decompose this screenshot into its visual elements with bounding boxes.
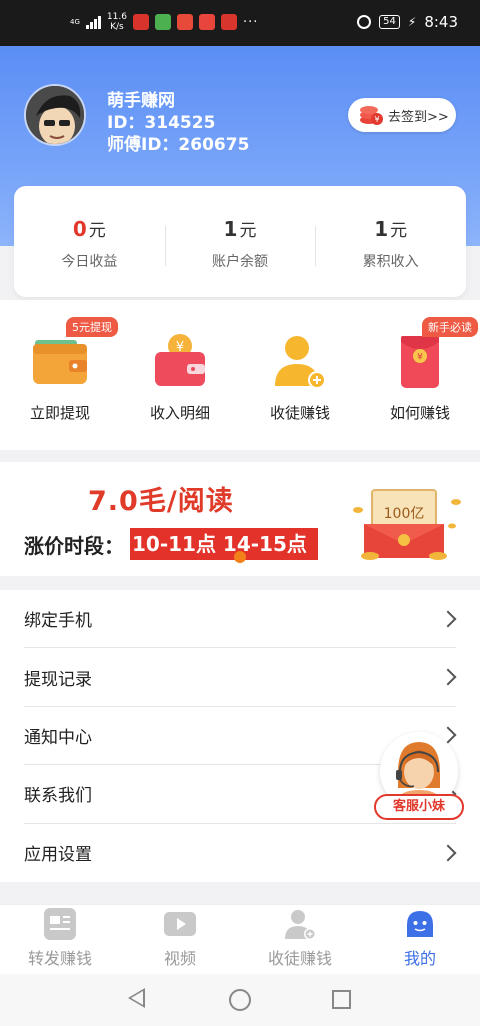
stat-number: 1 <box>374 217 389 241</box>
system-nav-bar <box>0 974 480 1026</box>
user-add-icon <box>285 910 316 940</box>
tab-mine[interactable]: 我的 <box>360 905 480 974</box>
chevron-right-icon <box>439 668 457 686</box>
status-left: 4G 11.6 K/s ··· <box>70 12 258 32</box>
chevron-right-icon <box>439 844 457 862</box>
stat-value: 1元 <box>315 216 466 241</box>
status-right: 54 ⚡ 8:43 <box>357 13 458 31</box>
tab-label: 视频 <box>163 949 196 968</box>
action-withdraw[interactable]: 5元提现 立即提现 <box>0 300 120 450</box>
video-icon <box>164 912 196 936</box>
article-icon <box>44 908 76 940</box>
banner-title: 7.0毛/阅读 <box>88 486 234 517</box>
app-notification-icon <box>132 14 149 30</box>
stat-number: 1 <box>223 217 238 241</box>
app-notification-icon <box>176 14 193 30</box>
master-id: 师傅ID：260675 <box>107 135 250 155</box>
stat-unit: 元 <box>390 221 408 241</box>
coin-stack-icon: ¥ <box>360 106 383 125</box>
tab-label: 我的 <box>403 949 436 968</box>
app-notification-icon <box>154 14 171 30</box>
red-envelope-icon: ¥ <box>401 336 439 388</box>
avatar[interactable] <box>24 84 86 146</box>
action-label: 收徒赚钱 <box>269 404 330 422</box>
network-indicator: 4G <box>70 18 80 26</box>
checkin-button[interactable]: ¥ 去签到>> <box>348 98 456 132</box>
banner-time-ranges: 10-11点 14-15点 <box>130 528 318 560</box>
home-icon[interactable] <box>229 989 251 1011</box>
withdraw-badge: 5元提现 <box>66 317 118 337</box>
stat-unit: 元 <box>239 221 257 241</box>
stat-account-balance[interactable]: 1元 账户余额 <box>164 186 316 297</box>
stat-label: 累积收入 <box>362 254 419 270</box>
action-recruit[interactable]: 收徒赚钱 <box>240 300 360 450</box>
menu-label: 联系我们 <box>24 786 92 807</box>
action-income-detail[interactable]: ¥ 收入明细 <box>120 300 240 450</box>
action-label: 立即提现 <box>29 404 90 422</box>
customer-service-button[interactable]: 客服小妹 <box>374 732 466 824</box>
bottom-tab-bar: 转发赚钱 视频 收徒赚钱 我的 <box>0 904 480 974</box>
menu-withdraw-records[interactable]: 提现记录 <box>24 648 457 707</box>
add-user-icon <box>275 336 326 389</box>
recent-apps-icon[interactable] <box>332 990 351 1009</box>
tab-video[interactable]: 视频 <box>120 905 240 974</box>
user-name: 萌手赚网 <box>107 91 175 111</box>
tab-label: 转发赚钱 <box>27 949 92 968</box>
svg-text:¥: ¥ <box>374 115 379 124</box>
money-chest-icon: 100亿 <box>353 489 461 560</box>
battery-icon: 54 <box>379 15 400 29</box>
wallet-icon <box>33 340 87 384</box>
action-grid: 5元提现 立即提现 ¥ 收入明细 收徒赚钱 ¥ 新手必读 如何赚钱 <box>0 300 480 450</box>
stat-value: 0元 <box>14 216 165 241</box>
clock: 8:43 <box>424 13 458 31</box>
stat-label: 账户余额 <box>212 254 268 270</box>
beginner-badge: 新手必读 <box>422 317 478 337</box>
speed-value: 11.6 <box>106 12 127 22</box>
signal-icon <box>85 15 101 29</box>
banner-subtitle: 涨价时段： <box>24 534 124 558</box>
stat-label: 今日收益 <box>61 254 118 270</box>
back-icon[interactable] <box>128 988 145 1008</box>
app-notification-icon <box>220 14 237 30</box>
action-how-to-earn[interactable]: ¥ 新手必读 如何赚钱 <box>360 300 480 450</box>
stat-today-earnings[interactable]: 0元 今日收益 <box>14 186 165 297</box>
chevron-right-icon <box>439 610 457 628</box>
coin-wallet-icon: ¥ <box>155 334 205 386</box>
checkin-label: 去签到>> <box>388 109 449 125</box>
banner-indicator-dot <box>234 551 246 563</box>
more-notifications: ··· <box>242 14 259 30</box>
action-label: 如何赚钱 <box>389 404 450 422</box>
menu-app-settings[interactable]: 应用设置 <box>24 824 457 882</box>
network-speed: 11.6 K/s <box>107 12 127 32</box>
status-bar: 4G 11.6 K/s ··· 54 ⚡ 8:43 <box>0 0 480 46</box>
stat-total-income[interactable]: 1元 累积收入 <box>315 186 466 297</box>
menu-label: 绑定手机 <box>24 611 92 632</box>
menu-bind-phone[interactable]: 绑定手机 <box>24 590 457 649</box>
app-notification-icon <box>198 14 215 30</box>
stat-number: 0 <box>72 217 87 241</box>
stat-value: 1元 <box>165 216 316 241</box>
tab-label: 收徒赚钱 <box>267 949 332 968</box>
speed-unit: K/s <box>110 22 124 32</box>
smiley-icon <box>407 911 433 937</box>
menu-label: 应用设置 <box>24 845 92 866</box>
profile-info: 萌手赚网 ID：314525 师傅ID：260675 <box>107 90 249 156</box>
menu-label: 提现记录 <box>24 669 92 690</box>
user-id: ID：314525 <box>107 113 216 133</box>
menu-label: 通知中心 <box>24 727 92 748</box>
customer-service-label: 客服小妹 <box>374 794 464 820</box>
svg-text:100亿: 100亿 <box>384 506 425 522</box>
alarm-icon <box>357 15 372 29</box>
tab-forward-earn[interactable]: 转发赚钱 <box>0 905 120 974</box>
earnings-card: 0元 今日收益 1元 账户余额 1元 累积收入 <box>14 186 466 297</box>
action-label: 收入明细 <box>149 404 210 422</box>
charging-icon: ⚡ <box>407 15 417 29</box>
stat-unit: 元 <box>88 221 106 241</box>
tab-recruit[interactable]: 收徒赚钱 <box>240 905 360 974</box>
svg-text:¥: ¥ <box>417 353 423 363</box>
